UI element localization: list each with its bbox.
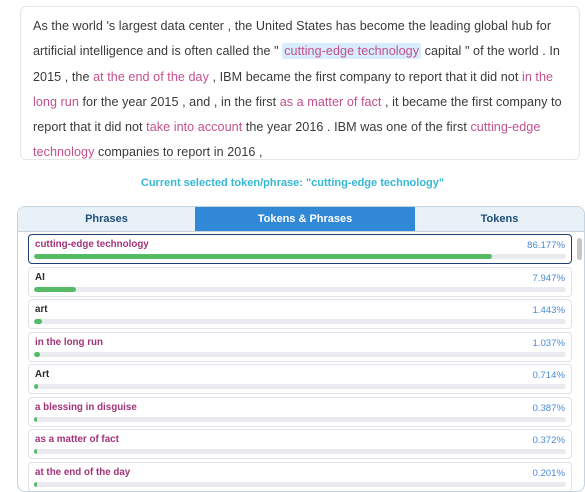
candidate-item[interactable]: art 1.443%	[28, 299, 572, 329]
candidates-panel: Phrases Tokens & Phrases Tokens cutting-…	[17, 206, 585, 492]
probability-bar-track	[34, 286, 566, 292]
candidate-percent: 0.201%	[532, 467, 565, 479]
probability-bar-track	[34, 481, 566, 487]
probability-bar-fill	[34, 351, 40, 357]
candidate-label: AI	[35, 271, 45, 283]
candidate-item[interactable]: at the end of the day 0.201%	[28, 461, 572, 491]
passage-text: companies to report in 2016 ,	[94, 145, 263, 160]
highlighted-phrase[interactable]: take into account	[146, 120, 242, 134]
candidate-label: as a matter of fact	[35, 434, 119, 445]
candidate-percent: 1.037%	[532, 337, 565, 349]
candidate-percent: 1.443%	[532, 305, 565, 316]
probability-bar-fill	[34, 416, 38, 422]
candidate-label: at the end of the day	[35, 466, 131, 478]
tab-bar: Phrases Tokens & Phrases Tokens	[18, 207, 584, 232]
probability-bar-track	[34, 416, 566, 422]
probability-bar-fill	[34, 319, 42, 324]
passage-text: , IBM became the first company to report…	[208, 69, 522, 84]
candidate-label: a blessing in disguise	[35, 401, 137, 413]
probability-bar-fill	[34, 481, 38, 487]
current-selection-label: Current selected token/phrase: "cutting-…	[140, 177, 445, 189]
selected-phrase[interactable]: cutting-edge technology	[282, 43, 422, 60]
probability-bar-fill	[34, 384, 38, 389]
passage-text-box: As the world 's largest data center , th…	[20, 6, 580, 160]
probability-bar-track	[34, 384, 566, 389]
candidate-list: cutting-edge technology 86.177% AI 7.947% ar…	[18, 232, 574, 491]
passage-text: for the year 2015 , and , in the first	[78, 94, 280, 109]
probability-bar-fill	[34, 286, 77, 292]
scrollbar[interactable]	[577, 234, 583, 491]
candidate-percent: 0.372%	[532, 435, 565, 446]
tab-tokens-and-phrases[interactable]: Tokens & Phrases	[195, 207, 415, 231]
candidate-item[interactable]: in the long run 1.037%	[28, 331, 572, 362]
tab-tokens[interactable]: Tokens	[415, 207, 584, 231]
candidate-label: Art	[35, 369, 50, 380]
probability-bar-track	[34, 351, 566, 357]
probability-bar-track	[34, 449, 566, 454]
probability-bar-fill	[34, 254, 493, 259]
candidate-percent: 7.947%	[532, 272, 565, 284]
candidate-percent: 86.177%	[527, 240, 565, 251]
candidate-label: in the long run	[35, 336, 104, 348]
candidate-item[interactable]: Art 0.714%	[28, 364, 572, 394]
tab-phrases[interactable]: Phrases	[18, 207, 195, 231]
probability-bar-track	[34, 254, 566, 259]
candidate-label: art	[35, 304, 48, 315]
candidate-percent: 0.714%	[532, 370, 565, 381]
highlighted-phrase[interactable]: at the end of the day	[93, 70, 209, 84]
scrollbar-thumb[interactable]	[577, 238, 582, 260]
highlighted-phrase[interactable]: as a matter of fact	[280, 95, 382, 109]
candidate-item[interactable]: cutting-edge technology 86.177%	[28, 234, 572, 264]
passage-text: the year 2016 . IBM was one of the first	[242, 120, 471, 135]
candidate-label: cutting-edge technology	[35, 239, 149, 250]
candidate-item[interactable]: as a matter of fact 0.372%	[28, 429, 572, 459]
candidate-item[interactable]: a blessing in disguise 0.387%	[28, 396, 572, 427]
candidate-item[interactable]: AI 7.947%	[28, 266, 572, 297]
probability-bar-track	[34, 319, 566, 324]
probability-bar-fill	[34, 449, 38, 454]
candidate-percent: 0.387%	[532, 402, 565, 414]
